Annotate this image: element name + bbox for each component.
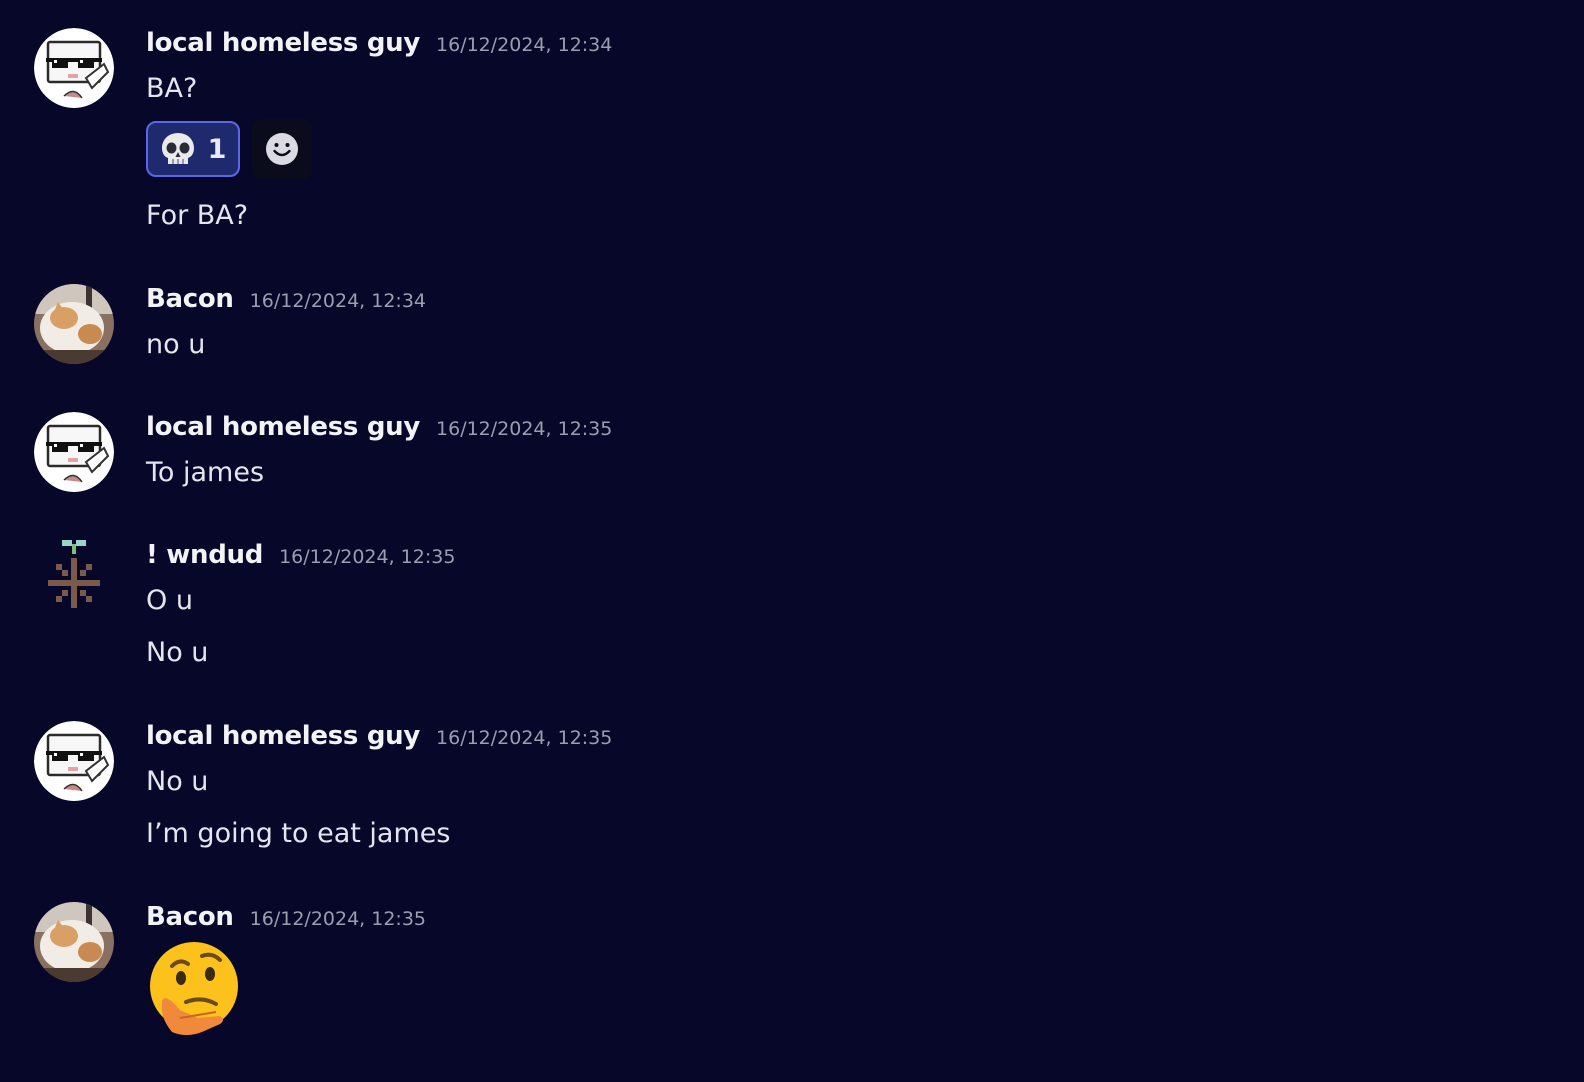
username[interactable]: local homeless guy [146,28,420,58]
reaction-skull[interactable]: 1 [146,121,240,177]
username[interactable]: Bacon [146,902,234,932]
message-text: no u [146,329,206,360]
timestamp[interactable]: 16/12/2024, 12:34 [436,34,612,56]
cat-photo-avatar-icon [34,284,114,364]
pixel-sprout-avatar-icon [34,540,114,620]
username[interactable]: local homeless guy [146,721,420,751]
chat-messages: local homeless guy 16/12/2024, 12:34 BA?… [0,0,1584,1082]
message-text: O u [146,585,193,616]
pixel-face-avatar-icon [34,721,114,801]
message-header: ! wndud 16/12/2024, 12:35 [146,540,455,576]
avatar[interactable] [34,540,114,620]
thinking-face-emoji [146,940,242,1040]
thinking-face-icon [150,942,238,1035]
message-header: Bacon 16/12/2024, 12:34 [146,284,426,320]
username[interactable]: ! wndud [146,540,263,570]
reactions-bar: 1 [146,119,312,179]
message-header: local homeless guy 16/12/2024, 12:35 [146,721,612,757]
username[interactable]: local homeless guy [146,412,420,442]
timestamp[interactable]: 16/12/2024, 12:35 [250,908,426,930]
avatar[interactable] [34,902,114,982]
message-text: BA? [146,73,198,104]
pixel-face-avatar-icon [34,412,114,492]
message-text: For BA? [146,200,249,231]
message-header: local homeless guy 16/12/2024, 12:34 [146,28,612,64]
timestamp[interactable]: 16/12/2024, 12:35 [279,546,455,568]
smiley-icon [266,133,298,165]
message-header: Bacon 16/12/2024, 12:35 [146,902,426,938]
timestamp[interactable]: 16/12/2024, 12:35 [436,418,612,440]
avatar[interactable] [34,28,114,108]
message-text: No u [146,637,209,668]
message-text: To james [146,457,265,488]
timestamp[interactable]: 16/12/2024, 12:35 [436,727,612,749]
reaction-count: 1 [207,133,227,165]
username[interactable]: Bacon [146,284,234,314]
pixel-face-avatar-icon [34,28,114,108]
add-reaction-button[interactable] [252,119,312,179]
message-text: No u [146,766,209,797]
avatar[interactable] [34,721,114,801]
avatar[interactable] [34,412,114,492]
message-header: local homeless guy 16/12/2024, 12:35 [146,412,612,448]
cat-photo-avatar-icon [34,902,114,982]
avatar[interactable] [34,284,114,364]
skull-icon [161,133,194,164]
message-text: I’m going to eat james [146,818,451,849]
timestamp[interactable]: 16/12/2024, 12:34 [250,290,426,312]
